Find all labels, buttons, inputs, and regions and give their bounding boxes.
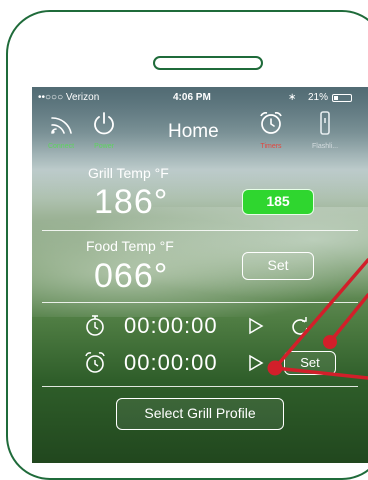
annotation-pointer	[267, 258, 368, 380]
annotation-dot	[267, 360, 283, 376]
annotation-line	[273, 366, 368, 380]
annotation-dot	[323, 335, 337, 349]
annotation-line	[328, 293, 368, 344]
